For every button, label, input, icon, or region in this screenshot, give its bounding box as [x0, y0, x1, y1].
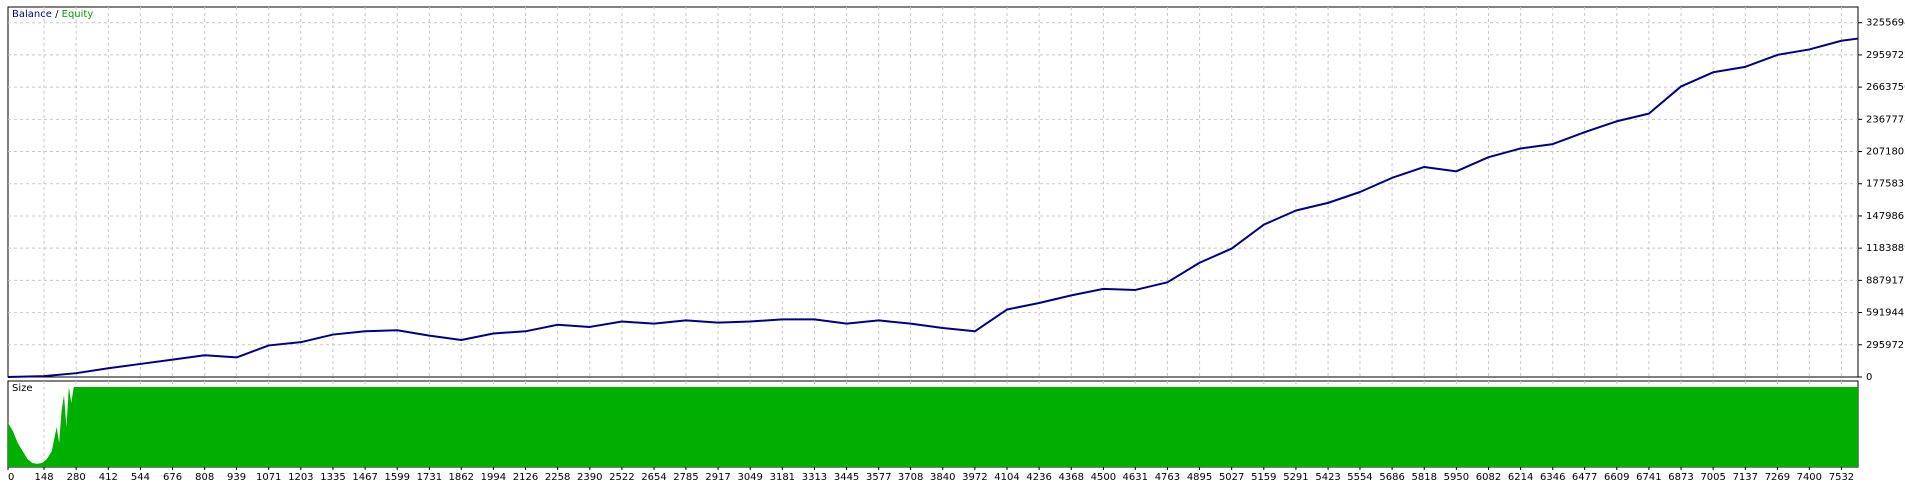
x-tick-label: 7269 — [1765, 472, 1790, 483]
x-tick-label: 5423 — [1315, 472, 1340, 483]
size-panel-label: Size — [12, 383, 33, 394]
x-tick-label: 5554 — [1347, 472, 1372, 483]
legend-balance: Balance — [12, 9, 52, 20]
x-tick-label: 2917 — [705, 472, 730, 483]
x-tick-label: 1599 — [385, 472, 410, 483]
x-tick-label: 939 — [227, 472, 246, 483]
x-tick-label: 3313 — [802, 472, 827, 483]
x-tick-label: 3181 — [770, 472, 795, 483]
x-tick-label: 7532 — [1829, 472, 1854, 483]
y-tick-label: 1479861 — [1866, 211, 1905, 222]
chart-root: 3255694 2959722 2663750 2367778 2071805 17758… — [0, 0, 1905, 486]
x-tick-label: 5950 — [1444, 472, 1469, 483]
x-tick-label: 280 — [67, 472, 86, 483]
x-tick-label: 4236 — [1026, 472, 1051, 483]
x-tick-label: 676 — [163, 472, 182, 483]
x-tick-label: 5291 — [1283, 472, 1308, 483]
x-tick-label: 4500 — [1091, 472, 1116, 483]
x-tick-label: 6873 — [1668, 472, 1693, 483]
x-tick-label: 4104 — [994, 472, 1019, 483]
y-tick-label: 2071805 — [1866, 147, 1905, 158]
y-tick-label: 2663750 — [1866, 82, 1905, 93]
x-tick-label: 544 — [131, 472, 150, 483]
x-tick-label: 3577 — [866, 472, 891, 483]
x-tick-label: 6346 — [1540, 472, 1565, 483]
y-tick-label: 2367778 — [1866, 114, 1905, 125]
x-tick-label: 0 — [8, 472, 14, 483]
x-tick-label: 6082 — [1476, 472, 1501, 483]
x-tick-label: 1335 — [320, 472, 345, 483]
x-tick-label: 1467 — [352, 472, 377, 483]
x-tick-label: 6741 — [1636, 472, 1661, 483]
x-tick-label: 5027 — [1219, 472, 1244, 483]
main-plot-frame — [7, 6, 1859, 378]
x-tick-label: 4895 — [1187, 472, 1212, 483]
y-tick-label: 591944 — [1866, 308, 1904, 319]
y-tick-label: 0 — [1866, 372, 1872, 383]
x-tick-label: 5818 — [1411, 472, 1436, 483]
legend-equity: Equity — [61, 9, 94, 20]
x-tick-label: 5686 — [1379, 472, 1404, 483]
x-tick-label: 1071 — [256, 472, 281, 483]
x-tick-label: 3840 — [930, 472, 955, 483]
x-tick-label: 412 — [99, 472, 118, 483]
x-tick-label: 3972 — [962, 472, 987, 483]
balance-equity-chart: 3255694 2959722 2663750 2367778 2071805 17758… — [7, 6, 1905, 483]
x-tick-label: 3445 — [834, 472, 859, 483]
x-tick-label: 1203 — [288, 472, 313, 483]
legend: Balance / Equity — [12, 9, 93, 20]
x-tick-label: 4368 — [1059, 472, 1084, 483]
y-tick-label: 2959722 — [1866, 50, 1905, 61]
x-tick-label: 3708 — [898, 472, 923, 483]
x-tick-label: 1994 — [481, 472, 506, 483]
y-tick-label: 295972 — [1866, 340, 1904, 351]
y-tick-label: 887917 — [1866, 275, 1904, 286]
y-tick-label: 3255694 — [1866, 18, 1905, 29]
x-tick-label: 5159 — [1251, 472, 1276, 483]
x-tick-label: 2258 — [545, 472, 570, 483]
y-tick-label: 1775833 — [1866, 179, 1905, 190]
x-tick-label: 2654 — [641, 472, 666, 483]
x-tick-label: 6214 — [1508, 472, 1533, 483]
x-tick-label: 7400 — [1797, 472, 1822, 483]
x-tick-label: 2126 — [513, 472, 538, 483]
x-tick-label: 2522 — [609, 472, 634, 483]
legend-separator: / — [51, 9, 62, 20]
size-area — [8, 387, 1858, 467]
x-tick-label: 2785 — [673, 472, 698, 483]
x-tick-label: 2390 — [577, 472, 602, 483]
x-tick-label: 1862 — [449, 472, 474, 483]
x-tick-label: 6609 — [1604, 472, 1629, 483]
y-tick-label: 1183889 — [1866, 243, 1905, 254]
x-tick-label: 4763 — [1155, 472, 1180, 483]
x-tick-label: 4631 — [1123, 472, 1148, 483]
x-tick-label: 3049 — [737, 472, 762, 483]
x-tick-label: 7137 — [1733, 472, 1758, 483]
x-tick-label: 1731 — [417, 472, 442, 483]
x-tick-label: 7005 — [1700, 472, 1725, 483]
x-tick-label: 148 — [34, 472, 53, 483]
x-tick-label: 6477 — [1572, 472, 1597, 483]
x-tick-label: 808 — [195, 472, 214, 483]
